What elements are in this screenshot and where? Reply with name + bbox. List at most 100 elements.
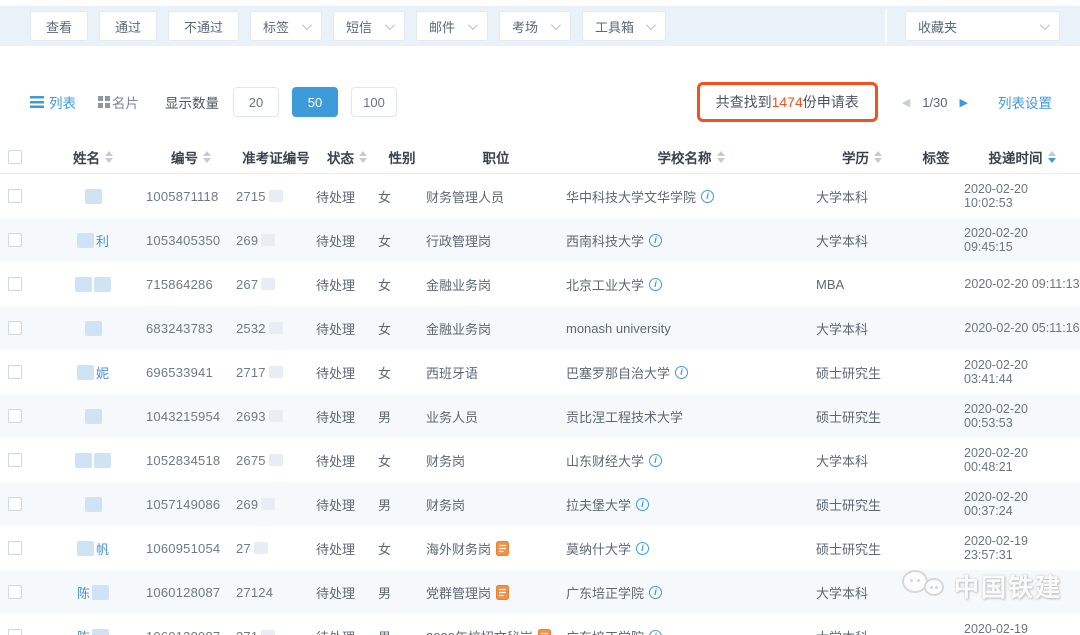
applicant-name-link[interactable] <box>74 453 112 468</box>
status-cell: 待处理 <box>316 627 378 635</box>
column-header-status[interactable]: 状态 <box>316 147 378 167</box>
info-icon[interactable]: i <box>649 630 662 635</box>
info-icon[interactable]: i <box>675 366 688 379</box>
admission-ticket-number: 271 <box>236 629 316 635</box>
page-size-100-button[interactable]: 100 <box>351 87 397 117</box>
gender-cell: 女 <box>378 231 426 250</box>
attachment-document-icon[interactable] <box>496 541 509 556</box>
status-cell: 待处理 <box>316 539 378 558</box>
education-cell: 大学本科 <box>816 187 908 206</box>
info-icon[interactable]: i <box>649 234 662 247</box>
application-number: 1052834518 <box>146 453 236 468</box>
redaction-block <box>261 278 275 290</box>
page-size-50-button[interactable]: 50 <box>292 87 338 117</box>
table-row: 陈 1060128087 271 待处理 男 2020年校招文秘岗 广东培正学院… <box>0 614 1080 635</box>
attachment-document-icon[interactable] <box>538 629 551 635</box>
sort-icon[interactable] <box>359 151 367 163</box>
applicant-name-link[interactable]: 利 <box>76 231 110 250</box>
applicant-name-link[interactable]: 陈 <box>76 583 110 602</box>
email-dropdown-label: 邮件 <box>429 17 455 36</box>
table-row: 1043215954 2693 待处理 男 业务人员 贡比涅工程技术大学 i 硕… <box>0 394 1080 438</box>
admission-ticket-number: 2693 <box>236 409 316 424</box>
pass-button[interactable]: 通过 <box>99 11 157 41</box>
email-dropdown[interactable]: 邮件 <box>416 11 488 41</box>
applicant-name-link[interactable]: 妮 <box>76 363 110 382</box>
school-cell: 巴塞罗那自治大学 i <box>566 363 816 382</box>
row-checkbox[interactable] <box>8 365 22 379</box>
position-cell: 行政管理岗 <box>426 231 566 250</box>
education-cell: 硕士研究生 <box>816 363 908 382</box>
applicant-name-link[interactable] <box>74 277 112 292</box>
info-icon[interactable]: i <box>636 498 649 511</box>
sort-icon[interactable] <box>203 151 211 163</box>
education-cell: 硕士研究生 <box>816 539 908 558</box>
row-checkbox[interactable] <box>8 541 22 555</box>
applicant-name-link[interactable] <box>84 409 103 424</box>
card-view-label: 名片 <box>112 92 139 112</box>
redaction-block <box>269 454 283 466</box>
column-header-name[interactable]: 姓名 <box>40 147 146 167</box>
sort-desc-icon[interactable] <box>1048 151 1056 163</box>
table-row: 妮 696533941 2717 待处理 女 西班牙语 巴塞罗那自治大学 i 硕… <box>0 350 1080 394</box>
position-cell: 财务岗 <box>426 451 566 470</box>
prev-page-icon[interactable]: ◀ <box>902 96 910 109</box>
name-cell: 陈 <box>40 583 146 602</box>
select-all-checkbox[interactable] <box>8 150 22 164</box>
status-cell: 待处理 <box>316 187 378 206</box>
chevron-down-icon <box>468 20 478 30</box>
column-header-position: 职位 <box>426 147 566 167</box>
info-icon[interactable]: i <box>701 190 714 203</box>
sort-icon[interactable] <box>105 151 113 163</box>
row-checkbox[interactable] <box>8 233 22 247</box>
exam-room-dropdown[interactable]: 考场 <box>499 11 571 41</box>
row-checkbox[interactable] <box>8 497 22 511</box>
info-icon[interactable]: i <box>649 586 662 599</box>
page-size-20-button[interactable]: 20 <box>233 87 279 117</box>
school-cell: 贡比涅工程技术大学 i <box>566 407 816 426</box>
column-header-delivery-time[interactable]: 投递时间 <box>964 147 1080 167</box>
tag-dropdown[interactable]: 标签 <box>250 11 322 41</box>
card-view-toggle[interactable]: 名片 <box>98 92 139 112</box>
fail-button[interactable]: 不通过 <box>168 11 239 41</box>
row-checkbox[interactable] <box>8 585 22 599</box>
info-icon[interactable]: i <box>636 542 649 555</box>
position-cell: 海外财务岗 <box>426 539 566 558</box>
education-cell: 大学本科 <box>816 231 908 250</box>
column-header-school-label: 学校名称 <box>658 147 712 167</box>
application-number: 683243783 <box>146 321 236 336</box>
table-header-row: 姓名 编号 准考证编号 状态 性别 职位 学校名称 <box>0 140 1080 174</box>
row-checkbox[interactable] <box>8 409 22 423</box>
position-cell: 金融业务岗 <box>426 275 566 294</box>
sort-icon[interactable] <box>717 151 725 163</box>
column-header-number[interactable]: 编号 <box>146 147 236 167</box>
applicant-name-link[interactable]: 陈 <box>76 627 110 635</box>
application-number: 1057149086 <box>146 497 236 512</box>
sms-dropdown[interactable]: 短信 <box>333 11 405 41</box>
column-header-school[interactable]: 学校名称 <box>566 147 816 167</box>
applicant-name-link[interactable] <box>84 321 103 336</box>
favorites-dropdown[interactable]: 收藏夹 <box>905 11 1060 41</box>
applicant-name-link[interactable] <box>84 497 103 512</box>
column-header-status-label: 状态 <box>327 147 354 167</box>
applicant-name-link[interactable]: 帆 <box>76 539 110 558</box>
gender-cell: 女 <box>378 539 426 558</box>
sort-icon[interactable] <box>874 151 882 163</box>
toolbox-dropdown[interactable]: 工具箱 <box>582 11 666 41</box>
redaction-block <box>92 629 109 635</box>
row-checkbox[interactable] <box>8 277 22 291</box>
attachment-document-icon[interactable] <box>496 585 509 600</box>
list-settings-link[interactable]: 列表设置 <box>998 92 1052 112</box>
list-view-toggle[interactable]: 列表 <box>30 92 76 112</box>
row-checkbox[interactable] <box>8 629 22 635</box>
row-checkbox[interactable] <box>8 453 22 467</box>
view-button[interactable]: 查看 <box>30 11 88 41</box>
education-cell: 大学本科 <box>816 319 908 338</box>
column-header-education[interactable]: 学历 <box>816 147 908 167</box>
next-page-icon[interactable]: ▶ <box>960 96 968 109</box>
info-icon[interactable]: i <box>649 454 662 467</box>
row-checkbox[interactable] <box>8 321 22 335</box>
info-icon[interactable]: i <box>649 278 662 291</box>
row-checkbox[interactable] <box>8 189 22 203</box>
applicant-name-link[interactable] <box>84 189 103 204</box>
table-row: 利 1053405350 269 待处理 女 行政管理岗 西南科技大学 i 大学… <box>0 218 1080 262</box>
